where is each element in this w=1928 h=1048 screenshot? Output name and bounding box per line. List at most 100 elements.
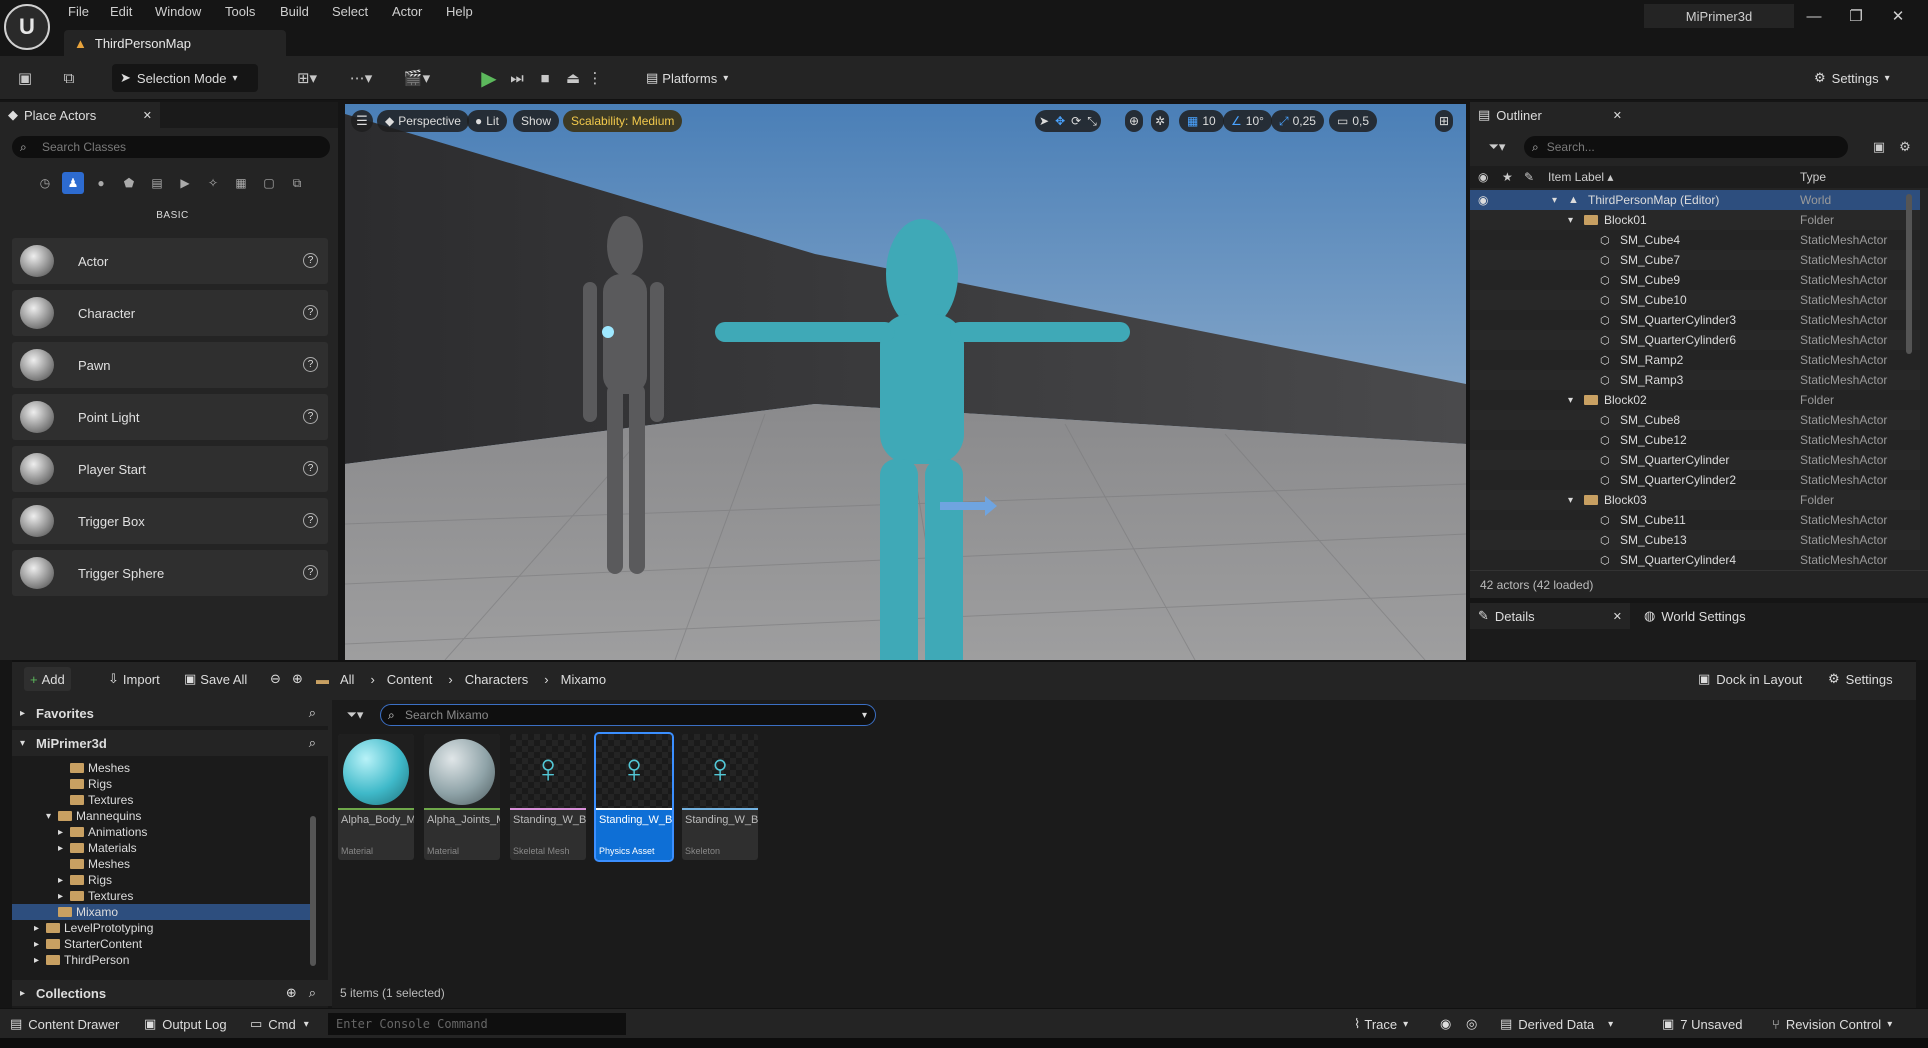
screenshot-icon[interactable]: ◎ bbox=[1466, 1014, 1477, 1034]
folder-levelprototyping[interactable]: ▸ LevelPrototyping bbox=[12, 920, 312, 936]
search-icon[interactable]: ⌕ bbox=[309, 705, 316, 721]
actor-item-player-start[interactable]: Player Start? bbox=[12, 446, 328, 492]
cinematic-icon[interactable]: ▤ bbox=[146, 172, 168, 194]
chevron-right-icon[interactable]: ▸ bbox=[34, 923, 39, 934]
search-mixamo-input[interactable]: ⌕ Search Mixamo ▾ bbox=[380, 704, 876, 726]
outliner-row[interactable]: ⬡ SM_QuarterCylinder StaticMeshActor bbox=[1470, 450, 1920, 470]
outliner-row[interactable]: ⬡ SM_Ramp2 StaticMeshActor bbox=[1470, 350, 1920, 370]
move-tool-icon[interactable]: ✥ bbox=[1055, 114, 1065, 128]
scalability-badge[interactable]: Scalability: Medium bbox=[563, 110, 683, 132]
maximize-button[interactable]: ❐ bbox=[1842, 6, 1870, 26]
world-settings-tab[interactable]: ◍ World Settings bbox=[1636, 603, 1816, 629]
minimize-button[interactable]: — bbox=[1800, 6, 1828, 26]
chevron-right-icon[interactable]: ▸ bbox=[58, 843, 63, 854]
folder-materials[interactable]: ▸ Materials bbox=[12, 840, 312, 856]
outliner-row[interactable]: ⬡ SM_QuarterCylinder4 StaticMeshActor bbox=[1470, 550, 1920, 568]
volumes-icon[interactable]: ✧ bbox=[202, 172, 224, 194]
outliner-row[interactable]: ▾ Block01 Folder bbox=[1470, 210, 1920, 230]
menu-file[interactable]: File bbox=[68, 4, 89, 22]
folder-startercontent[interactable]: ▸ StarterContent bbox=[12, 936, 312, 952]
folder-meshes[interactable]: Meshes bbox=[12, 760, 312, 776]
shapes-icon[interactable]: ⬟ bbox=[118, 172, 140, 194]
folder-icon[interactable]: ▬ bbox=[310, 667, 335, 691]
outliner-row[interactable]: ⬡ SM_Cube11 StaticMeshActor bbox=[1470, 510, 1920, 530]
filter-icon[interactable]: ⏷▾ bbox=[1480, 136, 1514, 158]
platforms-dropdown[interactable]: ▤ Platforms ▾ bbox=[638, 64, 742, 92]
collections-section[interactable]: ▸ Collections ⊕ ⌕ bbox=[12, 980, 328, 1006]
help-icon[interactable]: ? bbox=[303, 357, 318, 372]
output-log-button[interactable]: ▣ Output Log bbox=[144, 1014, 227, 1034]
actor-item-trigger-sphere[interactable]: Trigger Sphere? bbox=[12, 550, 328, 596]
save-icon[interactable]: ▣ bbox=[12, 66, 38, 90]
recent-icon[interactable]: ◷ bbox=[34, 172, 56, 194]
outliner-row[interactable]: ⬡ SM_Cube13 StaticMeshActor bbox=[1470, 530, 1920, 550]
console-input[interactable]: Enter Console Command bbox=[328, 1013, 626, 1035]
unreal-logo-icon[interactable]: U bbox=[4, 4, 50, 50]
outliner-row[interactable]: ⬡ SM_QuarterCylinder2 StaticMeshActor bbox=[1470, 470, 1920, 490]
chevron-right-icon[interactable]: ▸ bbox=[58, 891, 63, 902]
more-options-icon[interactable]: ⋮ bbox=[588, 66, 603, 90]
breadcrumb-all[interactable]: All bbox=[340, 672, 354, 687]
visibility-icon[interactable]: ◉ bbox=[1478, 193, 1488, 207]
help-icon[interactable]: ? bbox=[303, 409, 318, 424]
asset-tile[interactable]: ♀ Standing_W_Briefcase_Idle_Skeleton Skele… bbox=[682, 734, 758, 860]
actor-item-actor[interactable]: Actor? bbox=[12, 238, 328, 284]
rotate-tool-icon[interactable]: ⟳ bbox=[1071, 114, 1081, 128]
help-icon[interactable]: ? bbox=[303, 305, 318, 320]
folder-textures[interactable]: ▸ Textures bbox=[12, 888, 312, 904]
folder-mixamo[interactable]: Mixamo bbox=[12, 904, 312, 920]
back-icon[interactable]: ⊖ bbox=[264, 667, 287, 691]
breadcrumb-characters[interactable]: Characters bbox=[465, 672, 529, 687]
chevron-right-icon[interactable]: ▸ bbox=[58, 827, 63, 838]
cmd-dropdown[interactable]: ▭ Cmd ▾ bbox=[250, 1014, 309, 1034]
lights-icon[interactable]: ● bbox=[90, 172, 112, 194]
outliner-row[interactable]: ⬡ SM_Cube8 StaticMeshActor bbox=[1470, 410, 1920, 430]
chevron-down-icon[interactable]: ▾ bbox=[1568, 215, 1573, 226]
outliner-search-input[interactable]: ⌕ Search... bbox=[1524, 136, 1848, 158]
outliner-row[interactable]: ⬡ SM_QuarterCylinder6 StaticMeshActor bbox=[1470, 330, 1920, 350]
close-icon[interactable]: ✕ bbox=[1613, 109, 1622, 122]
chevron-down-icon[interactable]: ▾ bbox=[1552, 195, 1557, 206]
place-actors-tab[interactable]: ◆ Place Actors ✕ bbox=[0, 102, 160, 128]
menu-window[interactable]: Window bbox=[155, 4, 201, 22]
chevron-down-icon[interactable]: ▾ bbox=[46, 811, 51, 822]
folder-mannequins[interactable]: ▾ Mannequins bbox=[12, 808, 312, 824]
actor-item-character[interactable]: Character? bbox=[12, 290, 328, 336]
actor-item-pawn[interactable]: Pawn? bbox=[12, 342, 328, 388]
asset-tile[interactable]: Alpha_Joints_MAT Material bbox=[424, 734, 500, 860]
outliner-row[interactable]: ⬡ SM_Cube7 StaticMeshActor bbox=[1470, 250, 1920, 270]
menu-tools[interactable]: Tools bbox=[225, 4, 255, 22]
cb-settings-button[interactable]: ⚙ Settings bbox=[1822, 667, 1899, 691]
unsaved-button[interactable]: ▣ 7 Unsaved bbox=[1662, 1014, 1742, 1034]
more-icon[interactable]: ⧉ bbox=[286, 172, 308, 194]
close-button[interactable]: ✕ bbox=[1884, 6, 1912, 26]
chevron-down-icon[interactable]: ▾ bbox=[1568, 495, 1573, 506]
world-space-icon[interactable]: ⊕ bbox=[1125, 110, 1144, 132]
level-viewport[interactable]: ☰ ◆ Perspective ● Lit Show Scalability: Me… bbox=[345, 104, 1466, 660]
asset-tile[interactable]: ♀ Standing_W_Briefcase_Idle_PhysicsAsset P… bbox=[594, 732, 674, 862]
surface-snap-icon[interactable]: ✲ bbox=[1151, 110, 1170, 132]
add-button[interactable]: + Add bbox=[24, 667, 71, 691]
trace-dropdown[interactable]: ⌇ Trace ▾ bbox=[1354, 1014, 1408, 1034]
layout-icon[interactable]: ⊞ bbox=[1435, 110, 1454, 132]
map-tab[interactable]: ▲ ThirdPersonMap bbox=[64, 30, 286, 56]
outliner-row[interactable]: ◉ ▾ ▲ ThirdPersonMap (Editor) World bbox=[1470, 190, 1920, 210]
geometry-icon[interactable]: ▦ bbox=[230, 172, 252, 194]
folder-thirdperson[interactable]: ▸ ThirdPerson bbox=[12, 952, 312, 968]
stop-icon[interactable]: ■ bbox=[532, 66, 558, 90]
folder-textures[interactable]: Textures bbox=[12, 792, 312, 808]
outliner-row[interactable]: ⬡ SM_Cube9 StaticMeshActor bbox=[1470, 270, 1920, 290]
rotation-snap-button[interactable]: ∠ 10° bbox=[1223, 110, 1272, 132]
help-icon[interactable]: ? bbox=[303, 461, 318, 476]
outliner-row[interactable]: ▾ Block02 Folder bbox=[1470, 390, 1920, 410]
outliner-row[interactable]: ▾ Block03 Folder bbox=[1470, 490, 1920, 510]
actor-item-point-light[interactable]: Point Light? bbox=[12, 394, 328, 440]
search-classes-input[interactable]: ⌕ Search Classes bbox=[12, 136, 330, 158]
content-drawer-button[interactable]: ▤ Content Drawer bbox=[10, 1014, 119, 1034]
browse-icon[interactable]: ⧉ bbox=[56, 66, 82, 90]
close-icon[interactable]: ✕ bbox=[143, 109, 152, 122]
outliner-row[interactable]: ⬡ SM_Ramp3 StaticMeshActor bbox=[1470, 370, 1920, 390]
favorites-section[interactable]: ▸ Favorites ⌕ bbox=[12, 700, 328, 726]
asset-tile[interactable]: Alpha_Body_MAT Material bbox=[338, 734, 414, 860]
perspective-button[interactable]: ◆ Perspective bbox=[377, 110, 469, 132]
